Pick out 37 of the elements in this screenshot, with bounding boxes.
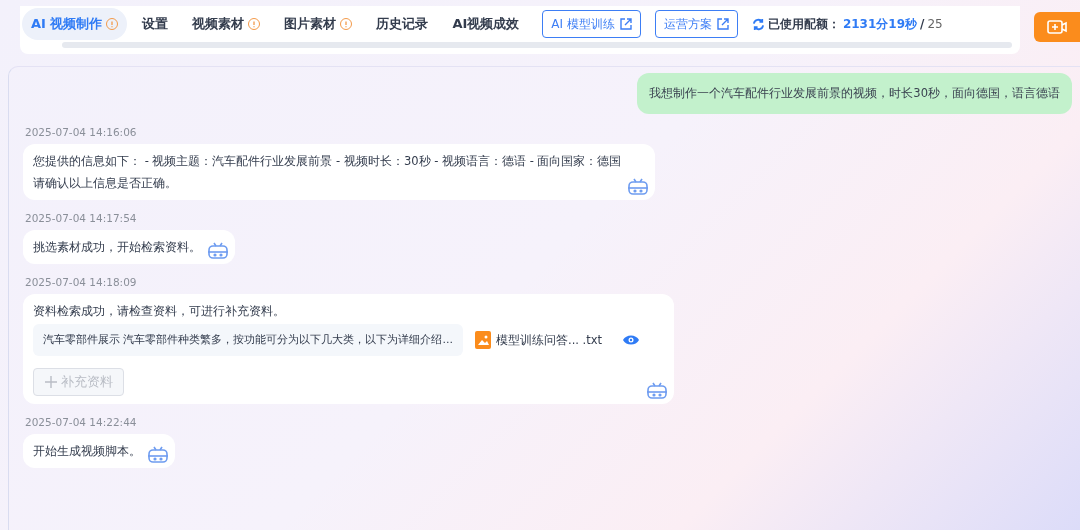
external-link-button[interactable]: 运营方案: [654, 10, 738, 38]
message-text: 资料检索成功，请检查资料，可进行补充资料。: [33, 303, 286, 320]
robot-icon: [147, 446, 169, 464]
message-timestamp: 2025-07-04 14:22:44: [25, 416, 138, 428]
material-summary[interactable]: 汽车零部件展示 汽车零部件种类繁多，按功能可分为以下几大类，以下为详细介绍...: [33, 324, 463, 356]
message-text: 您提供的信息如下： - 视频主题：汽车配件行业发展前景 - 视频时长：30秒 - 视频语言：德语 - 面向国家：德国: [33, 153, 622, 170]
image-file-icon: [475, 331, 491, 349]
eye-icon[interactable]: [622, 334, 641, 346]
message-text: 请确认以上信息是否正确。: [33, 175, 178, 192]
nav-tab[interactable]: AI视频成效: [443, 8, 529, 40]
nav-tab[interactable]: 图片素材: [275, 8, 362, 40]
robot-icon: [207, 242, 229, 260]
quota-label: 已使用配额：: [767, 15, 840, 33]
file-name[interactable]: 模型训练问答... .txt: [496, 331, 603, 349]
add-video-button[interactable]: [1034, 12, 1080, 42]
nav-tab[interactable]: 历史记录: [367, 8, 438, 40]
quota-separator: /: [920, 17, 925, 31]
message-timestamp: 2025-07-04 14:18:09: [25, 276, 138, 288]
message-timestamp: 2025-07-04 14:16:06: [25, 126, 138, 138]
robot-icon: [646, 382, 669, 400]
nav-tab[interactable]: AI 视频制作: [22, 8, 128, 40]
video-plus-icon: [1047, 19, 1067, 35]
user-message: 我想制作一个汽车配件行业发展前景的视频，时长30秒，面向德国，语言德语: [637, 73, 1072, 114]
external-link-button[interactable]: AI 模型训练: [542, 10, 641, 38]
plus-icon: [44, 375, 58, 389]
nav-tab[interactable]: 视频素材: [183, 8, 270, 40]
message-text: 开始生成视频脚本。: [33, 443, 141, 460]
quota-total: 25: [927, 17, 943, 31]
horizontal-scrollbar[interactable]: [62, 42, 1012, 48]
refresh-icon[interactable]: [751, 17, 765, 31]
message-text: 挑选素材成功，开始检索资料。: [33, 239, 201, 256]
nav-tab[interactable]: 设置: [133, 8, 178, 40]
external-link-icon: [716, 18, 729, 30]
robot-icon: [627, 178, 650, 196]
quota-used: 2131分19秒: [842, 15, 917, 33]
external-link-icon: [619, 18, 632, 30]
message-timestamp: 2025-07-04 14:17:54: [25, 212, 138, 224]
